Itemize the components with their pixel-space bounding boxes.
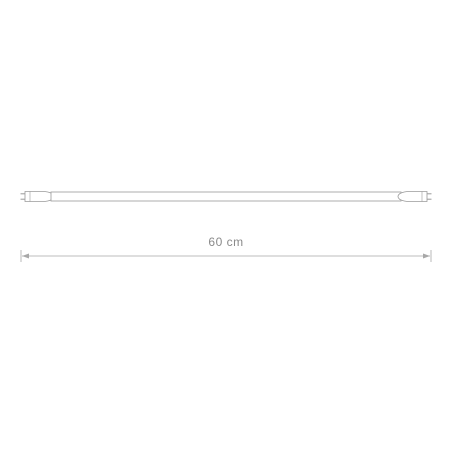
left-pins-icon — [20, 193, 25, 200]
right-end-cap — [397, 191, 428, 202]
tube-body — [50, 191, 402, 202]
dimension-label: 60 cm — [208, 235, 244, 249]
arrow-left-icon — [22, 253, 29, 259]
dimension-line — [20, 250, 432, 262]
left-end-cap — [24, 191, 55, 202]
right-pins-icon — [427, 193, 432, 200]
tube-drawing — [20, 191, 432, 262]
arrow-right-icon — [423, 253, 430, 259]
